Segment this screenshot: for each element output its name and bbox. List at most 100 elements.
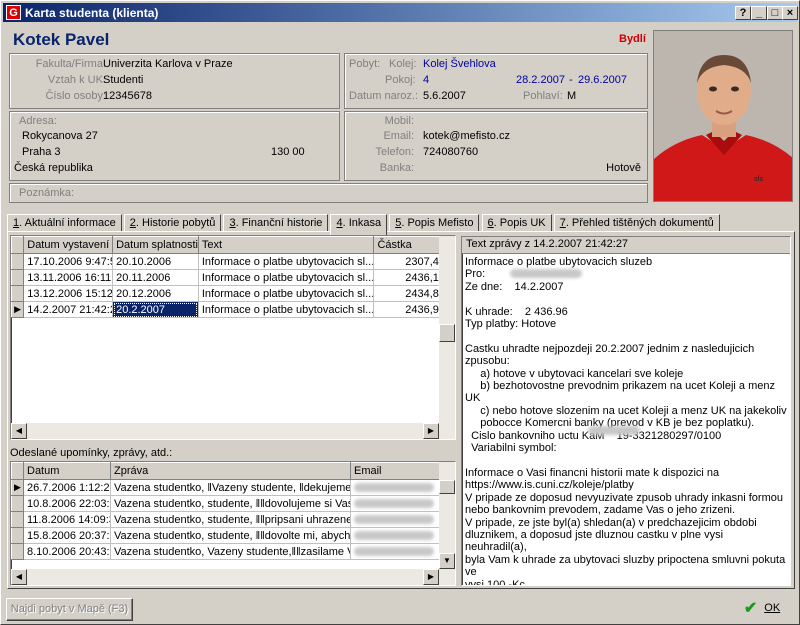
column-header-date[interactable]: Datum	[23, 462, 111, 480]
email-cell-redacted[interactable]	[350, 495, 440, 512]
scroll-right-icon[interactable]: ▶	[423, 423, 439, 439]
column-header-issued[interactable]: Datum vystavení	[23, 236, 114, 254]
scroll-left-icon[interactable]: ◀	[11, 569, 27, 585]
due-cell[interactable]: 20.11.2006	[112, 269, 199, 286]
tab-financni-historie[interactable]: 3. Finanční historie	[223, 214, 329, 232]
table-row[interactable]: 8.10.2006 20:43:24 Vazena studentko, Vaz…	[11, 543, 440, 560]
amount-cell[interactable]: 2436,16	[373, 269, 449, 286]
column-header-due[interactable]: Datum splatnosti	[112, 236, 199, 254]
tab-popis-uk[interactable]: 6. Popis UK	[481, 214, 552, 232]
date-cell[interactable]: 11.8.2006 14:09:37	[23, 511, 111, 528]
tab-prehled-dokumentu[interactable]: 7. Přehled tištěných dokumentů	[553, 214, 720, 232]
row-indicator[interactable]	[11, 511, 24, 528]
table-row[interactable]: 17.10.2006 9:47:55 20.10.2006 Informace …	[11, 253, 449, 270]
scroll-right-icon[interactable]: ▶	[423, 569, 439, 585]
row-indicator[interactable]	[11, 543, 24, 560]
tab-label: . Popis Mefisto	[401, 217, 474, 229]
scroll-down-icon[interactable]: ▼	[439, 553, 455, 569]
tab-inkasa[interactable]: 4. Inkasa	[330, 214, 388, 235]
message-cell[interactable]: Vazena studentko, studente, ‖‖dovolte mi…	[110, 527, 351, 544]
row-indicator[interactable]	[11, 269, 25, 286]
scroll-thumb[interactable]	[439, 480, 455, 494]
amount-cell[interactable]: 2434,88	[373, 285, 449, 302]
table-row[interactable]: 13.11.2006 16:11:33 20.11.2006 Informace…	[11, 269, 449, 286]
date-cell[interactable]: 8.10.2006 20:43:24	[23, 543, 111, 560]
table-row[interactable]: 15.8.2006 20:37:12 Vazena studentko, stu…	[11, 527, 440, 544]
grid-corner	[11, 236, 25, 254]
payments-grid[interactable]: Datum vystavení Datum splatnosti Text Čá…	[10, 235, 456, 440]
redacted-email	[354, 483, 434, 493]
phone-value: 724080760	[423, 146, 479, 158]
text-cell[interactable]: Informace o platbe ubytovacich sl...	[198, 253, 375, 270]
message-cell[interactable]: Vazena studentko, studente, ‖‖pripsani u…	[110, 511, 351, 528]
city-value: Praha 3	[22, 146, 61, 158]
text-cell[interactable]: Informace o platbe ubytovacich sl...	[198, 301, 375, 318]
gender-value: M	[567, 90, 577, 102]
email-cell-redacted[interactable]	[350, 479, 440, 496]
tab-historie-pobytu[interactable]: 2. Historie pobytů	[123, 214, 222, 232]
date-cell[interactable]: 10.8.2006 22:03:54	[23, 495, 111, 512]
find-stay-on-map-button[interactable]: Najdi pobyt v Mapě (F3)	[6, 598, 133, 621]
stay-label: Pobyt:	[349, 58, 381, 70]
due-cell[interactable]: 20.10.2006	[112, 253, 199, 270]
address-label: Adresa:	[19, 115, 57, 127]
close-button[interactable]: ×	[782, 6, 798, 20]
message-cell[interactable]: Vazena studentko, studente, ‖‖dovolujeme…	[110, 495, 351, 512]
text-cell[interactable]: Informace o platbe ubytovacich sl...	[198, 269, 375, 286]
due-cell-selected[interactable]: 20.2.2007	[112, 301, 199, 318]
date-cell[interactable]: 15.8.2006 20:37:12	[23, 527, 111, 544]
maximize-button[interactable]: □	[767, 6, 783, 20]
title-bar[interactable]: G Karta studenta (klienta) ? _ □ ×	[3, 3, 798, 22]
message-cell[interactable]: Vazena studentko, Vazeny studente,‖‖zasi…	[110, 543, 351, 560]
grid-corner	[11, 462, 24, 480]
ok-button[interactable]: ✔ OK	[736, 598, 788, 621]
issued-cell[interactable]: 14.2.2007 21:42:27	[23, 301, 114, 318]
row-indicator[interactable]	[11, 495, 24, 512]
issued-cell[interactable]: 13.12.2006 15:12:08	[23, 285, 114, 302]
redacted-email	[354, 531, 434, 541]
date-cell[interactable]: 26.7.2006 1:12:29	[23, 479, 111, 496]
phone-label: Telefon:	[375, 146, 414, 158]
email-cell-redacted[interactable]	[350, 527, 440, 544]
message-cell[interactable]: Vazena studentko, ‖Vazeny studente, ‖dek…	[110, 479, 351, 496]
table-row-selected[interactable]: ▶ 26.7.2006 1:12:29 Vazena studentko, ‖V…	[11, 479, 440, 496]
bank-value: Hotově	[606, 162, 641, 174]
amount-cell[interactable]: 2307,44	[373, 253, 449, 270]
tab-aktualni-informace[interactable]: 1. Aktuální informace	[7, 214, 122, 232]
current-row-arrow-icon[interactable]: ▶	[11, 301, 25, 318]
email-cell-redacted[interactable]	[350, 543, 440, 560]
text-cell[interactable]: Informace o platbe ubytovacich sl...	[198, 285, 375, 302]
scroll-thumb[interactable]	[439, 324, 455, 342]
table-row[interactable]: 13.12.2006 15:12:08 20.12.2006 Informace…	[11, 285, 449, 302]
payments-vertical-scrollbar[interactable]	[439, 236, 455, 423]
current-row-arrow-icon[interactable]: ▶	[11, 479, 24, 496]
payments-horizontal-scrollbar[interactable]: ◀ ▶	[11, 423, 455, 439]
due-cell[interactable]: 20.12.2006	[112, 285, 199, 302]
amount-cell[interactable]: 2436,96	[373, 301, 449, 318]
bank-label: Banka:	[379, 162, 414, 174]
reminders-vertical-scrollbar[interactable]: ▼	[439, 462, 455, 569]
column-header-text[interactable]: Text	[197, 236, 375, 254]
help-button[interactable]: ?	[735, 6, 751, 20]
minimize-button[interactable]: _	[751, 6, 767, 20]
row-indicator[interactable]	[11, 285, 25, 302]
note-label: Poznámka:	[19, 187, 75, 199]
table-row[interactable]: 10.8.2006 22:03:54 Vazena studentko, stu…	[11, 495, 440, 512]
message-body[interactable]: Informace o platbe ubytovacich sluzeb Pr…	[462, 254, 790, 585]
mobile-label: Mobil:	[384, 115, 414, 127]
scroll-left-icon[interactable]: ◀	[11, 423, 27, 439]
issued-cell[interactable]: 13.11.2006 16:11:33	[23, 269, 114, 286]
email-cell-redacted[interactable]	[350, 511, 440, 528]
row-indicator[interactable]	[11, 253, 25, 270]
tab-popis-mefisto[interactable]: 5. Popis Mefisto	[389, 214, 480, 232]
column-header-message[interactable]: Zpráva	[110, 462, 351, 480]
column-header-email[interactable]: Email	[350, 462, 440, 480]
column-header-amount[interactable]: Částka	[373, 236, 449, 254]
issued-cell[interactable]: 17.10.2006 9:47:55	[23, 253, 114, 270]
message-pane[interactable]: Text zprávy z 14.2.2007 21:42:27 Informa…	[461, 236, 791, 586]
reminders-grid[interactable]: Datum Zpráva Email ▶ 26.7.2006 1:12:29 V…	[10, 461, 456, 586]
row-indicator[interactable]	[11, 527, 24, 544]
table-row-selected[interactable]: ▶ 14.2.2007 21:42:27 20.2.2007 Informace…	[11, 301, 449, 318]
reminders-horizontal-scrollbar[interactable]: ◀ ▶	[11, 569, 455, 585]
table-row[interactable]: 11.8.2006 14:09:37 Vazena studentko, stu…	[11, 511, 440, 528]
